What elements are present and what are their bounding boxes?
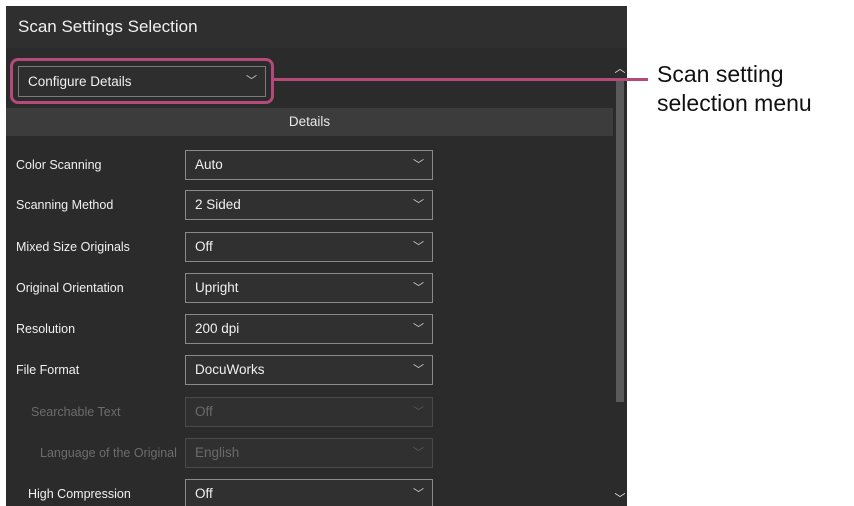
chevron-down-icon: ﹀ (413, 323, 424, 335)
high-compression-select[interactable]: Off ﹀ (185, 479, 433, 506)
setting-label: High Compression (28, 487, 131, 501)
chevron-down-icon: ﹀ (413, 241, 424, 253)
color-scanning-select[interactable]: Auto ﹀ (185, 150, 433, 180)
chevron-up-icon[interactable]: ︿ (613, 62, 627, 76)
chevron-down-icon[interactable]: ﹀ (613, 492, 627, 506)
setting-row-searchable-text: Searchable Text Off ﹀ (6, 397, 613, 427)
chevron-down-icon: ﹀ (413, 488, 424, 500)
setting-row-original-orientation: Original Orientation Upright ﹀ (6, 273, 613, 303)
setting-label: Scanning Method (16, 198, 114, 212)
settings-content: Configure Details ﹀ Details Color Scanni… (6, 48, 613, 506)
setting-value: Upright (195, 280, 239, 295)
setting-label: Language of the Original (40, 446, 177, 460)
setting-row-language-of-original: Language of the Original English ﹀ (6, 438, 613, 468)
callout-label: Scan setting selection menu (657, 60, 854, 118)
setting-label: Original Orientation (16, 281, 124, 295)
language-of-original-select: English ﹀ (185, 438, 433, 468)
setting-value: Off (195, 486, 213, 501)
chevron-down-icon: ﹀ (413, 447, 424, 459)
setting-label: File Format (16, 363, 80, 377)
section-header-details: Details (6, 108, 613, 136)
setting-row-file-format: File Format DocuWorks ﹀ (6, 355, 613, 385)
chevron-down-icon: ﹀ (413, 406, 424, 418)
window-title: Scan Settings Selection (6, 6, 627, 48)
original-orientation-select[interactable]: Upright ﹀ (185, 273, 433, 303)
chevron-down-icon: ﹀ (413, 364, 424, 376)
setting-row-color-scanning: Color Scanning Auto ﹀ (6, 150, 613, 180)
vertical-scrollbar[interactable]: ︿ ﹀ (613, 48, 627, 506)
setting-row-scanning-method: Scanning Method 2 Sided ﹀ (6, 190, 613, 220)
setting-value: DocuWorks (195, 362, 265, 377)
setting-value: Auto (195, 157, 223, 172)
setting-label: Searchable Text (31, 405, 121, 419)
callout-line (272, 78, 648, 81)
setting-label: Resolution (16, 322, 76, 336)
resolution-select[interactable]: 200 dpi ﹀ (185, 314, 433, 344)
setting-value: Off (195, 404, 213, 419)
setting-row-resolution: Resolution 200 dpi ﹀ (6, 314, 613, 344)
searchable-text-select: Off ﹀ (185, 397, 433, 427)
scanning-method-select[interactable]: 2 Sided ﹀ (185, 190, 433, 220)
setting-value: 200 dpi (195, 321, 240, 336)
setting-row-mixed-size-originals: Mixed Size Originals Off ﹀ (6, 232, 613, 262)
callout-line-2: selection menu (657, 90, 812, 116)
setting-value: Off (195, 239, 213, 254)
setting-label: Color Scanning (16, 158, 102, 172)
chevron-down-icon: ﹀ (413, 159, 424, 171)
chevron-down-icon: ﹀ (413, 199, 424, 211)
callout-line-1: Scan setting (657, 61, 784, 87)
file-format-select[interactable]: DocuWorks ﹀ (185, 355, 433, 385)
setting-value: English (195, 445, 240, 460)
setting-label: Mixed Size Originals (16, 240, 130, 254)
setting-value: 2 Sided (195, 197, 241, 212)
setting-row-high-compression: High Compression Off ﹀ (6, 479, 613, 506)
highlight-box (10, 58, 274, 104)
scan-settings-panel: Scan Settings Selection Configure Detail… (6, 6, 627, 506)
mixed-size-originals-select[interactable]: Off ﹀ (185, 232, 433, 262)
chevron-down-icon: ﹀ (413, 282, 424, 294)
scrollbar-thumb[interactable] (616, 80, 624, 402)
